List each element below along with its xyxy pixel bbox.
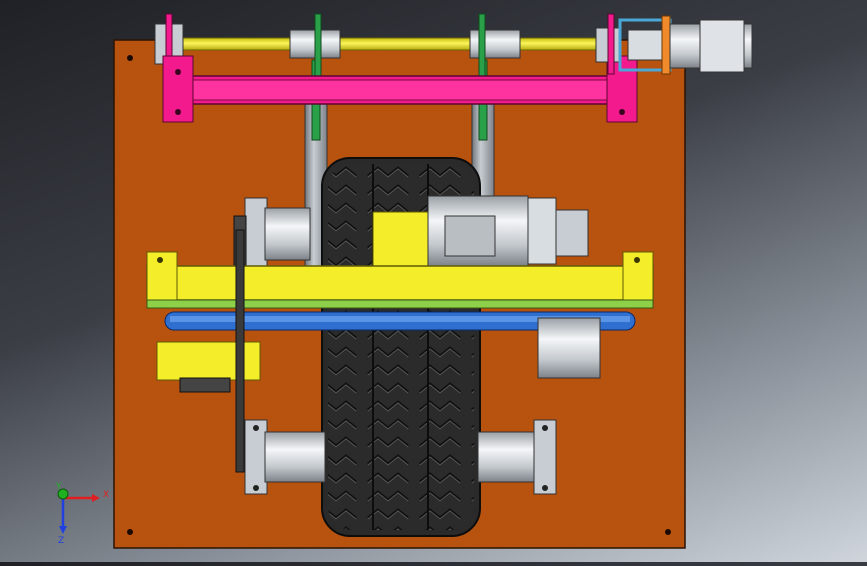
drive-chain <box>235 229 245 473</box>
triad-y-label: Y <box>55 482 62 492</box>
servo-motor[interactable] <box>669 19 753 73</box>
cad-viewport[interactable]: X Y Z <box>0 0 867 562</box>
cad-model-view[interactable]: X Y Z <box>0 0 867 562</box>
triad-z-label: Z <box>58 536 64 546</box>
sprocket-bearing-top-left[interactable] <box>233 197 311 269</box>
lower-motor[interactable] <box>537 317 601 379</box>
top-shaft[interactable] <box>164 37 606 51</box>
triad-x-label: X <box>103 490 109 500</box>
orientation-triad: X Y Z <box>55 482 109 546</box>
